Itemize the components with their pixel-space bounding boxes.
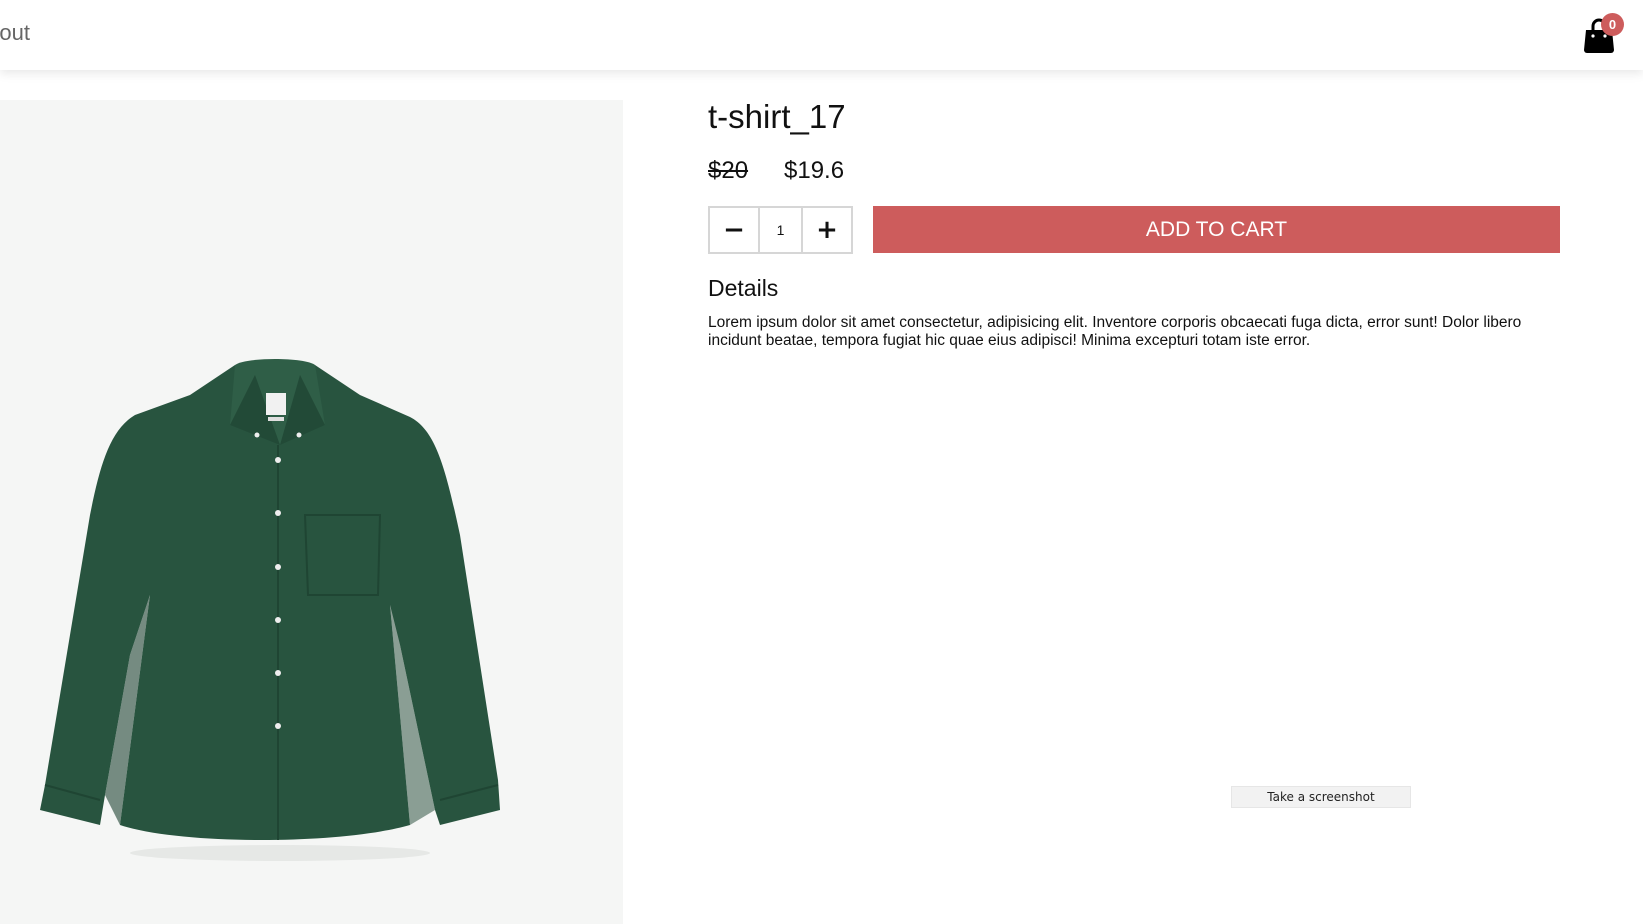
sale-price: $19.6 (784, 157, 845, 184)
quantity-input[interactable] (758, 208, 803, 252)
product-image-panel (0, 100, 623, 924)
product-title: t-shirt_17 (708, 98, 846, 135)
add-to-cart-button[interactable]: ADD TO CART (873, 206, 1560, 253)
details-description: Lorem ipsum dolor sit amet consectetur, … (708, 314, 1522, 349)
cart-count-badge: 0 (1601, 13, 1624, 36)
shirt-product-image (40, 359, 500, 861)
details-heading: Details (708, 275, 779, 301)
original-price: $20 (708, 157, 749, 184)
top-navbar: About 0 (0, 0, 1643, 70)
nav-link-about[interactable]: About (0, 20, 30, 46)
increment-button[interactable]: + (803, 208, 851, 252)
quantity-stepper: − + (708, 206, 853, 254)
screenshot-tooltip: Take a screenshot (1231, 786, 1411, 808)
decrement-button[interactable]: − (710, 208, 758, 252)
